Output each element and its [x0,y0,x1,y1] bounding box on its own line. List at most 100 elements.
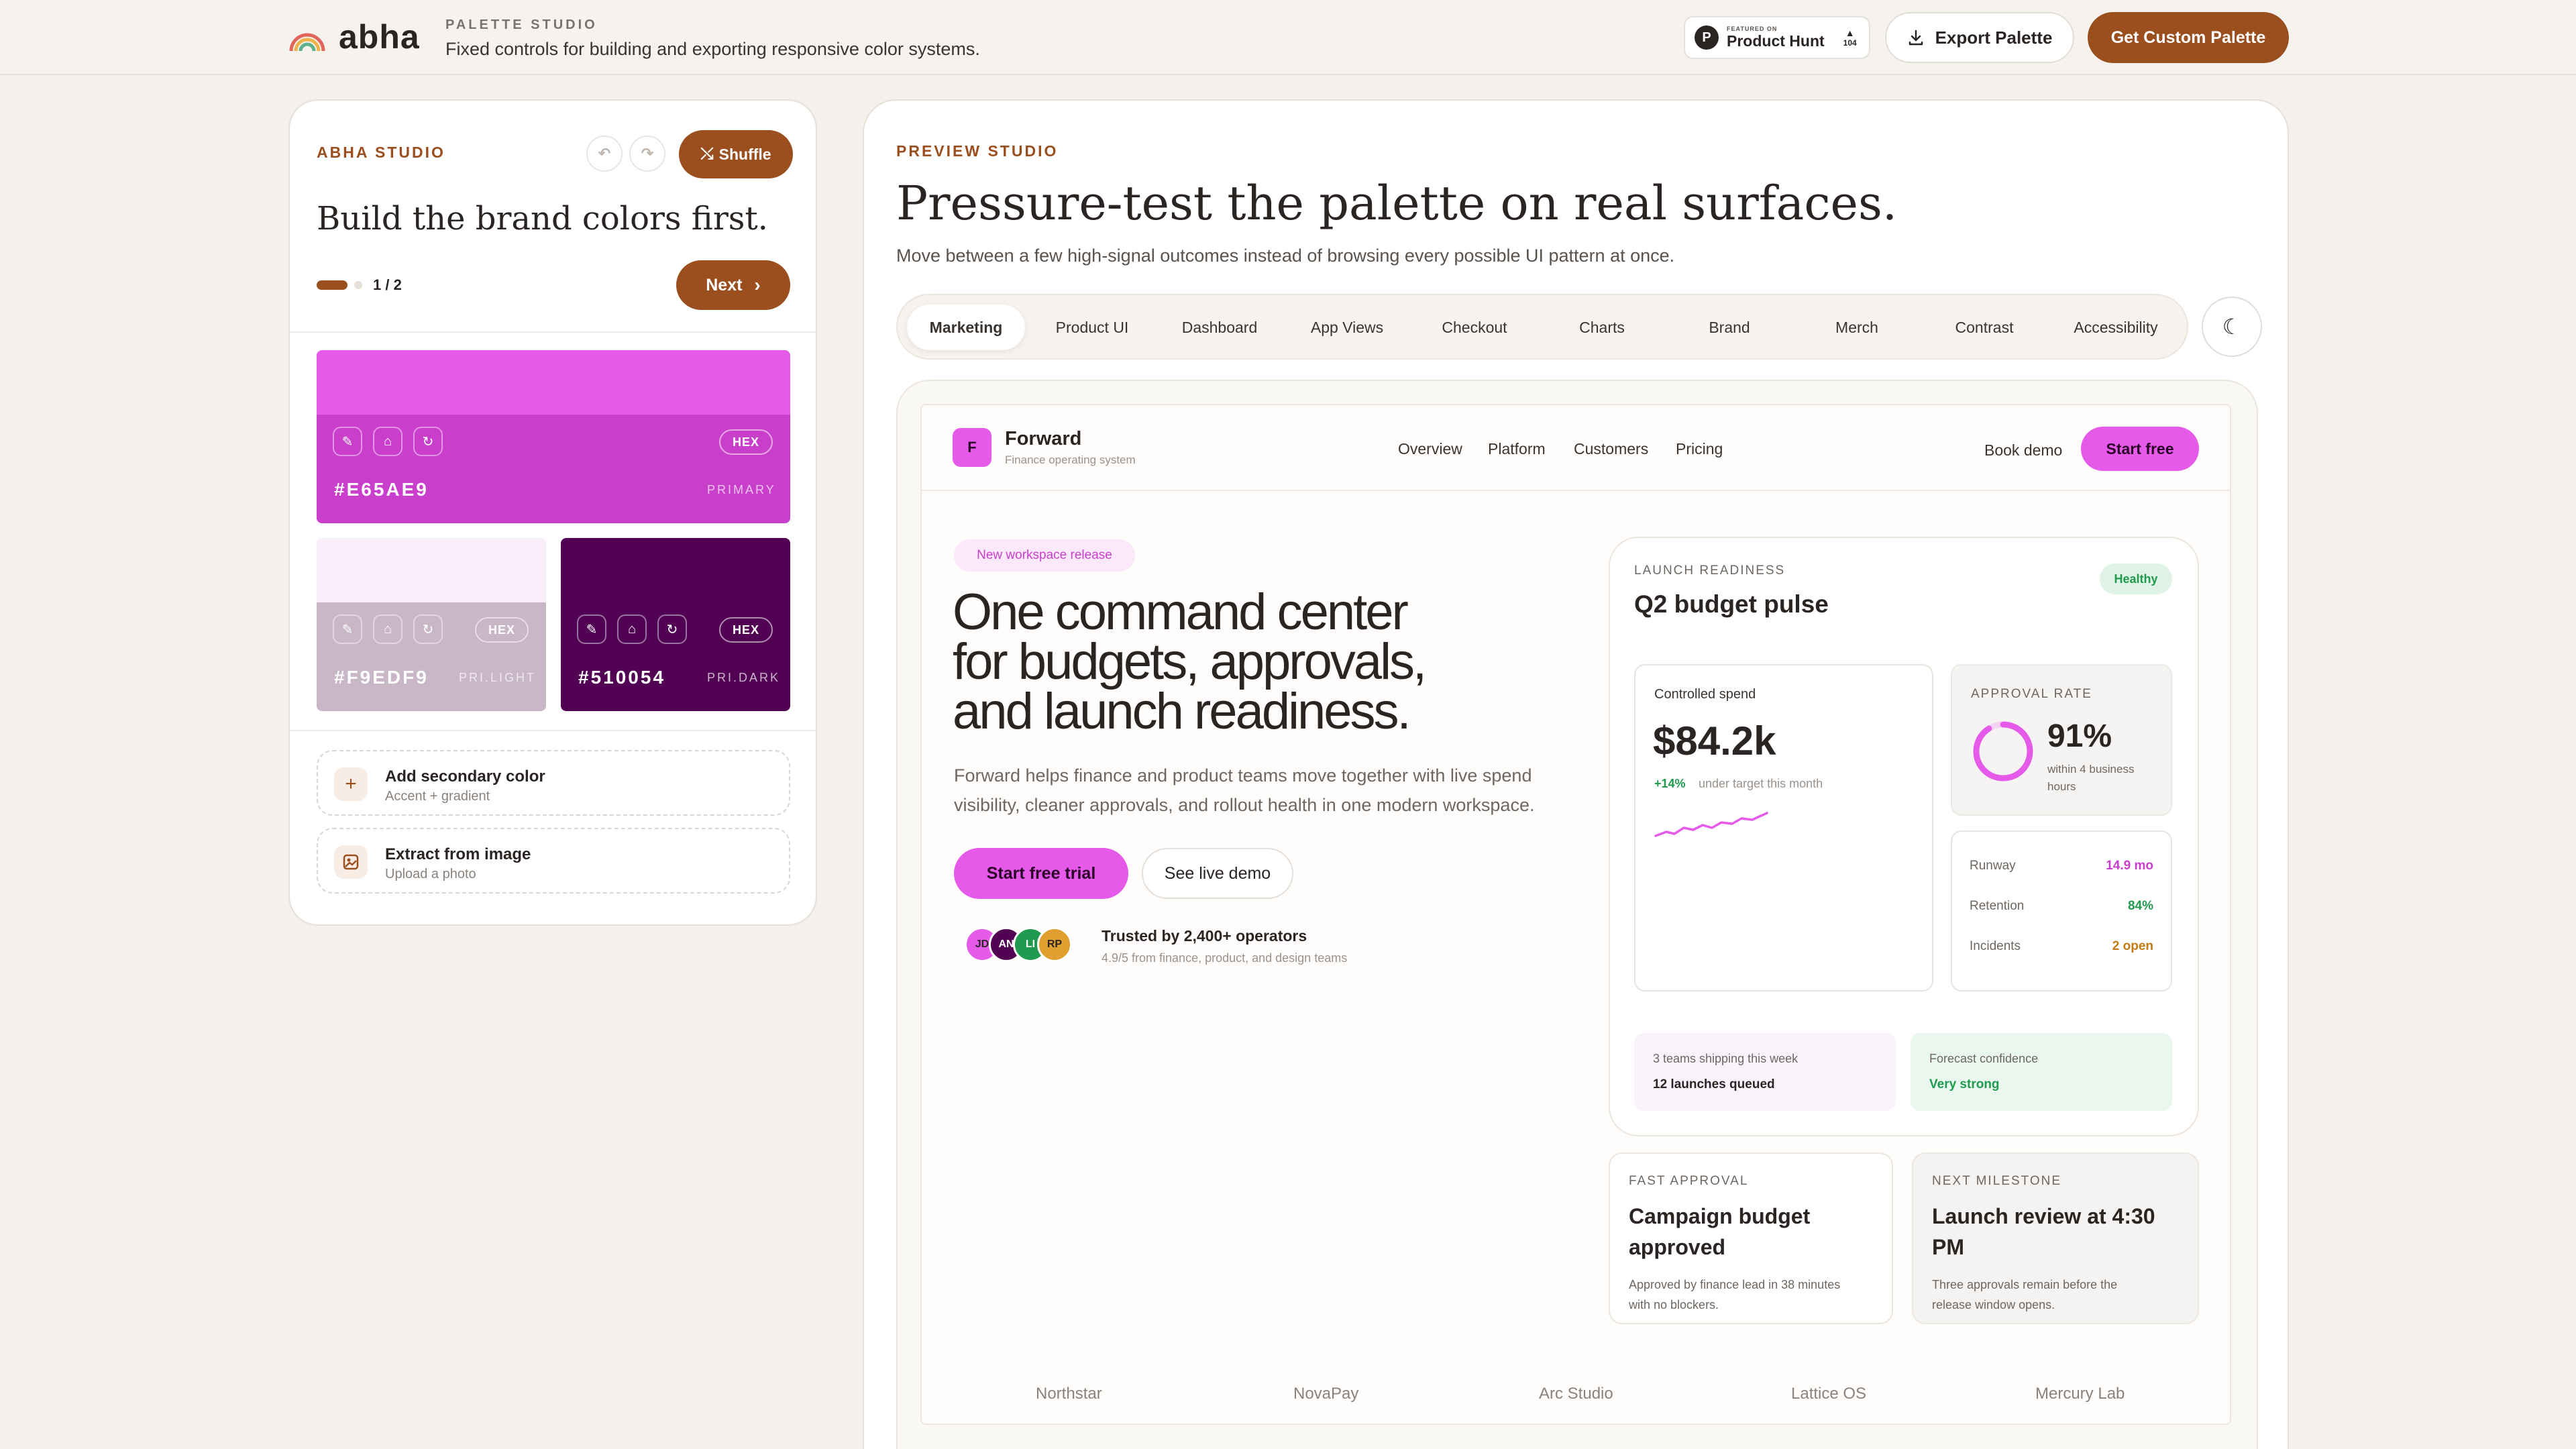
spend-value: $84.2k [1653,718,1776,763]
stat-value: 2 open [2112,939,2153,953]
option-title: Add secondary color [385,767,545,786]
tab-charts[interactable]: Charts [1542,305,1662,350]
customer-logo: NovaPay [1293,1385,1359,1403]
dashboard-card: LAUNCH READINESS Q2 budget pulse Healthy… [1609,537,2199,1136]
site-logo[interactable]: F [953,428,991,467]
app-subtitle: Fixed controls for building and exportin… [445,39,980,59]
edit-icon[interactable]: ✎ [333,427,362,456]
tab-product-ui[interactable]: Product UI [1032,305,1152,350]
dashboard-kicker: LAUNCH READINESS [1634,564,1786,578]
status-badge: Healthy [2100,564,2172,594]
hero-description-line: Forward helps finance and product teams … [954,765,1532,786]
customer-logo: Northstar [1036,1385,1102,1403]
card-desc-line: release window opens. [1932,1298,2055,1311]
spend-delta: +14% [1654,777,1686,790]
undo-button[interactable]: ↶ [586,136,623,172]
nav-pricing[interactable]: Pricing [1676,440,1723,458]
tab-app-views[interactable]: App Views [1287,305,1407,350]
divider [290,730,816,731]
next-button[interactable]: Next › [676,260,790,310]
nav-platform[interactable]: Platform [1488,440,1546,458]
card-desc-line: with no blockers. [1629,1298,1719,1311]
card-title-line: Launch review at 4:30 [1932,1204,2155,1228]
see-live-demo-button[interactable]: See live demo [1142,848,1293,899]
reset-icon[interactable]: ↻ [657,614,687,644]
shuffle-button[interactable]: ⤯ Shuffle [679,130,793,178]
teams-panel: 3 teams shipping this week 12 launches q… [1634,1033,1896,1111]
preview-kicker: PREVIEW STUDIO [896,142,1059,160]
dark-label: PRI.DARK [707,671,781,684]
download-icon [1909,30,1923,46]
hero-heading-line: One command center [953,584,1409,641]
lock-icon[interactable]: ⌂ [373,427,402,456]
spend-note: under target this month [1699,777,1823,790]
lock-icon[interactable]: ⌂ [373,614,402,644]
lock-icon[interactable]: ⌂ [617,614,647,644]
option-subtitle: Upload a photo [385,867,476,881]
tab-contrast[interactable]: Contrast [1924,305,2045,350]
hero-heading-line: and launch readiness. [953,683,1411,740]
card-desc-line: Approved by finance lead in 38 minutes [1629,1278,1841,1291]
light-hex-value[interactable]: #F9EDF9 [334,667,429,688]
next-label: Next [706,275,743,294]
card-kicker: NEXT MILESTONE [1932,1174,2062,1188]
stat-label: Runway [1970,859,2016,873]
edit-icon[interactable]: ✎ [333,614,362,644]
studio-title: Build the brand colors first. [317,200,768,237]
approval-panel: APPROVAL RATE 91% within 4 business hour… [1951,664,2172,816]
nav-customers[interactable]: Customers [1574,440,1648,458]
chevron-right-icon: › [754,274,761,295]
light-swatch[interactable]: ✎ ⌂ ↻ HEX #F9EDF9 PRI.LIGHT [317,538,546,711]
approval-value: 91% [2047,718,2112,754]
export-palette-button[interactable]: Export Palette [1885,12,2074,63]
dark-hex-value[interactable]: #510054 [578,667,665,688]
card-title-line: PM [1932,1235,1964,1259]
light-format-toggle[interactable]: HEX [475,617,529,643]
start-free-trial-button[interactable]: Start free trial [954,848,1128,899]
producthunt-votes: 104 [1843,38,1857,48]
primary-hex-value[interactable]: #E65AE9 [334,479,429,500]
customer-logo: Arc Studio [1539,1385,1613,1403]
rainbow-logo-icon [289,33,325,52]
tab-merch[interactable]: Merch [1796,305,1917,350]
stat-value: 14.9 mo [2106,859,2153,873]
edit-icon[interactable]: ✎ [577,614,606,644]
tab-accessibility[interactable]: Accessibility [2049,305,2183,350]
app-name[interactable]: abha [339,17,420,56]
start-free-button[interactable]: Start free [2081,427,2199,471]
primary-swatch[interactable]: ✎ ⌂ ↻ HEX #E65AE9 PRIMARY [317,350,790,523]
redo-button[interactable]: ↷ [629,136,665,172]
tab-brand[interactable]: Brand [1669,305,1790,350]
dark-swatch[interactable]: ✎ ⌂ ↻ HEX #510054 PRI.DARK [561,538,790,711]
book-demo-link[interactable]: Book demo [1984,441,2062,460]
dark-format-toggle[interactable]: HEX [719,617,773,643]
reset-icon[interactable]: ↻ [413,427,443,456]
approval-card: FAST APPROVAL Campaign budget approved A… [1609,1152,1893,1324]
divider [922,490,2230,491]
preview-tabs: Marketing Product UI Dashboard App Views… [896,294,2188,360]
reset-icon[interactable]: ↻ [413,614,443,644]
dashboard-title: Q2 budget pulse [1634,590,1829,618]
tab-checkout[interactable]: Checkout [1414,305,1535,350]
get-custom-palette-button[interactable]: Get Custom Palette [2088,12,2289,63]
tab-dashboard[interactable]: Dashboard [1159,305,1280,350]
primary-format-toggle[interactable]: HEX [719,429,773,455]
forecast-panel: Forecast confidence Very strong [1911,1033,2172,1111]
theme-toggle-button[interactable]: ☾ [2202,297,2262,357]
primary-label: PRIMARY [707,483,776,496]
tab-marketing[interactable]: Marketing [907,305,1025,350]
site-brand[interactable]: Forward [1005,428,1081,450]
stat-value: 84% [2127,899,2153,913]
trusted-subtitle: 4.9/5 from finance, product, and design … [1102,951,1348,965]
studio-kicker: ABHA STUDIO [317,144,445,161]
approval-note-line: hours [2047,780,2076,793]
extract-from-image-option[interactable]: Extract from image Upload a photo [317,828,790,894]
spend-panel: Controlled spend $84.2k +14% under targe… [1634,664,1933,991]
undo-icon: ↶ [598,145,611,162]
nav-overview[interactable]: Overview [1398,440,1462,458]
divider [290,331,816,333]
producthunt-badge[interactable]: P FEATURED ON Product Hunt ▲ 104 [1684,16,1870,59]
card-title-line: Campaign budget [1629,1204,1811,1228]
add-secondary-color-option[interactable]: + Add secondary color Accent + gradient [317,750,790,816]
preview-title: Pressure-test the palette on real surfac… [896,176,1898,231]
